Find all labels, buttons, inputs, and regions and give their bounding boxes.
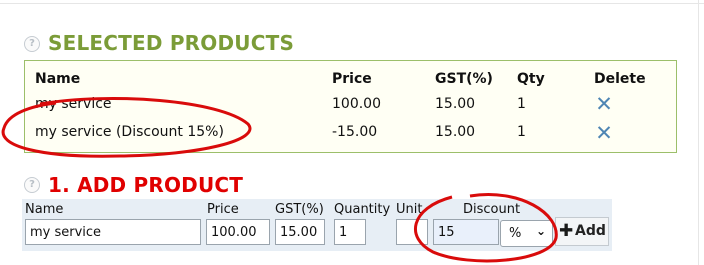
- discount-field[interactable]: [433, 219, 499, 245]
- header-qty: Qty: [517, 71, 545, 87]
- add-product-title: 1. ADD PRODUCT: [48, 173, 244, 197]
- header-name: Name: [35, 71, 81, 87]
- quantity-label: Quantity: [334, 202, 391, 217]
- discount-label: Discount: [463, 202, 521, 217]
- add-product-form: Name Price GST(%) Quantity Unit Discount…: [22, 199, 612, 251]
- quantity-field[interactable]: [334, 219, 366, 245]
- add-button-label: Add: [575, 223, 606, 239]
- gst-field[interactable]: [275, 219, 325, 245]
- row-gst: 15.00: [435, 124, 476, 140]
- row-price: 100.00: [332, 96, 381, 112]
- plus-icon: ✚: [559, 221, 574, 241]
- right-border: [698, 0, 699, 265]
- delete-icon[interactable]: ✕: [595, 94, 613, 115]
- price-label: Price: [207, 202, 239, 217]
- help-icon[interactable]: ?: [24, 177, 40, 193]
- header-gst: GST(%): [435, 71, 493, 87]
- delete-icon[interactable]: ✕: [595, 123, 613, 144]
- selected-products-table: Name Price GST(%) Qty Delete my service …: [24, 60, 677, 153]
- discount-type-select[interactable]: % ⌄: [500, 220, 553, 247]
- add-button[interactable]: ✚ Add: [555, 217, 609, 246]
- unit-field[interactable]: [396, 219, 428, 245]
- chevron-down-icon: ⌄: [535, 224, 546, 238]
- header-delete: Delete: [594, 71, 646, 87]
- row-qty: 1: [517, 124, 526, 140]
- unit-label: Unit: [396, 202, 423, 217]
- top-border: [0, 3, 704, 4]
- price-field[interactable]: [206, 219, 270, 245]
- row-name: my service (Discount 15%): [35, 124, 224, 140]
- row-gst: 15.00: [435, 96, 476, 112]
- row-qty: 1: [517, 96, 526, 112]
- row-price: -15.00: [332, 124, 378, 140]
- discount-type-value: %: [509, 226, 522, 241]
- selected-products-title: SELECTED PRODUCTS: [48, 31, 295, 55]
- name-field[interactable]: [25, 219, 201, 245]
- help-icon[interactable]: ?: [24, 36, 40, 52]
- gst-label: GST(%): [275, 202, 324, 217]
- header-price: Price: [332, 71, 372, 87]
- row-name: my service: [35, 96, 112, 112]
- name-label: Name: [25, 202, 64, 217]
